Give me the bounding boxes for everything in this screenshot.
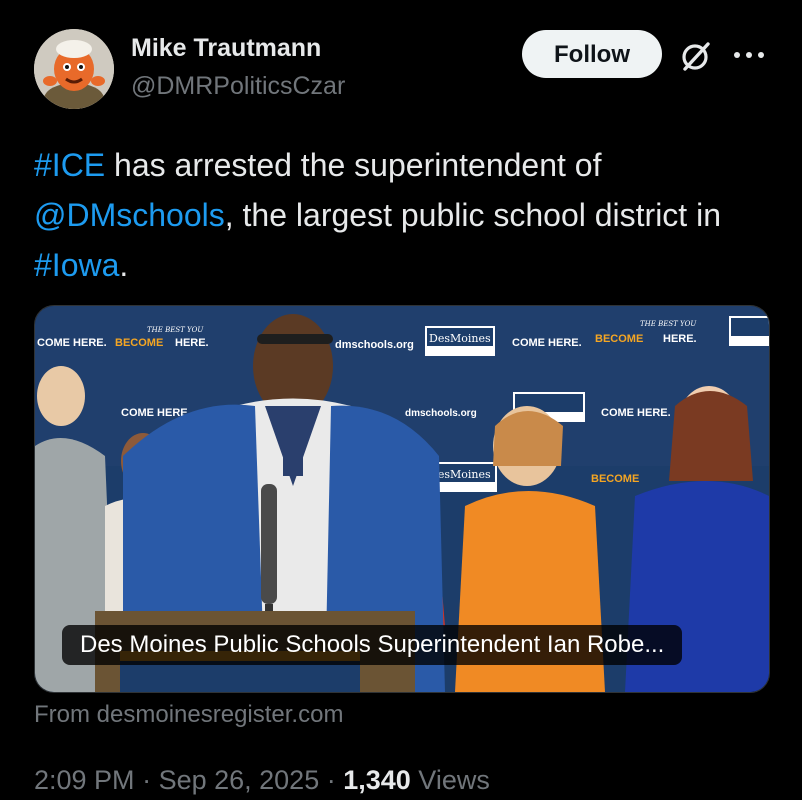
views-count: 1,340 (343, 765, 411, 795)
backdrop-text: BECOME (591, 473, 639, 485)
hashtag-ice-link[interactable]: #ICE (34, 147, 105, 183)
hashtag-iowa-link[interactable]: #Iowa (34, 247, 119, 283)
tweet-text: #ICE has arrested the superintendent of … (34, 140, 774, 290)
avatar[interactable] (34, 29, 114, 109)
grok-icon[interactable] (678, 38, 714, 74)
tweet-text-segment: , the largest public school district in (224, 197, 721, 233)
backdrop-text: BECOME (115, 337, 163, 349)
tweet-text-segment: . (119, 247, 129, 283)
backdrop-text: BECOME (595, 333, 643, 345)
follow-button[interactable]: Follow (522, 30, 662, 78)
tweet-text-segment: has arrested the superintendent of (105, 147, 602, 183)
tweet-meta: 2:09 PM · Sep 26, 2025 · 1,340 Views (34, 765, 490, 796)
backdrop-text: COME HERE. (601, 407, 671, 419)
backdrop-logo-text: DesMoines (429, 332, 491, 345)
tweet-date[interactable]: Sep 26, 2025 (159, 765, 320, 795)
meta-separator: · (319, 765, 344, 795)
link-card-source[interactable]: From desmoinesregister.com (34, 701, 343, 729)
meta-separator: · (134, 765, 159, 795)
backdrop-text: THE BEST YOU (640, 320, 697, 328)
more-icon[interactable] (731, 48, 767, 62)
backdrop-text: dmschools.org (335, 339, 414, 351)
tweet-time[interactable]: 2:09 PM (34, 765, 135, 795)
author-display-name[interactable]: Mike Trautmann (131, 34, 321, 63)
backdrop-text: COME HERE. (512, 337, 582, 349)
mention-dmschools-link[interactable]: @DMschools (34, 197, 225, 233)
link-card-caption[interactable]: Des Moines Public Schools Superintendent… (62, 625, 683, 665)
backdrop-text: dmschools.org (405, 408, 477, 419)
backdrop-text: THE BEST YOU (147, 326, 204, 334)
avatar-image (34, 29, 114, 109)
backdrop-text: HERE. (175, 337, 209, 349)
backdrop-text: COME HERE. (37, 337, 107, 349)
backdrop-text: HERE. (663, 333, 697, 345)
views-label: Views (410, 765, 490, 795)
author-handle[interactable]: @DMRPoliticsCzar (131, 72, 345, 101)
